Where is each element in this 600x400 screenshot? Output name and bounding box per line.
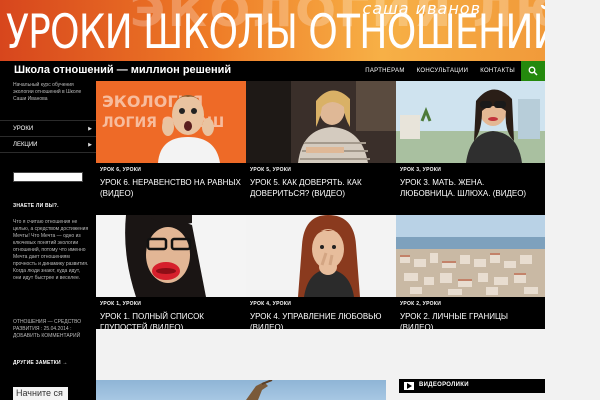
sidebar-item-label: ЛЕКЦИИ	[13, 142, 38, 148]
chevron-right-icon: ▶	[88, 142, 92, 148]
video-widget-title[interactable]: ВИДЕОРОЛИКИ	[419, 382, 469, 388]
lesson-title[interactable]: УРОК 5. КАК ДОВЕРЯТЬ. КАК ДОВЕРИТЬСЯ? (В…	[250, 177, 392, 199]
primary-menu: ПАРТНЕРАМ КОНСУЛЬТАЦИИ КОНТАКТЫ	[359, 61, 521, 81]
menu-item-consultations[interactable]: КОНСУЛЬТАЦИИ	[411, 61, 475, 81]
lessons-grid: ЭКОЛОГИЯ ЛОГИЯ ОТНОШ УРОК 6, УРОКИ УРОК …	[96, 81, 545, 329]
did-you-know-text: Что я считаю отношения не целью, а средс…	[13, 219, 89, 281]
lesson-card-5[interactable]: УРОК 5, УРОКИ УРОК 5. КАК ДОВЕРЯТЬ. КАК …	[246, 81, 396, 215]
sidebar-item-lectures[interactable]: ЛЕКЦИИ ▶	[0, 137, 96, 153]
sidebar-item-lessons[interactable]: УРОКИ ▶	[0, 121, 96, 137]
chevron-right-icon: ▶	[88, 126, 92, 132]
header-banner[interactable]: ЭКОЛОГИЯ ЛЮ саша иванов УРОКИ ШКОЛЫ ОТНО…	[0, 0, 545, 61]
start-button[interactable]: Начните ся	[13, 387, 68, 400]
did-you-know-heading: ЗНАЕТЕ ЛИ ВЫ?.	[13, 203, 59, 209]
featured-photo	[246, 380, 273, 400]
lesson-category[interactable]: УРОК 1, УРОКИ	[100, 301, 242, 307]
lesson-photo	[96, 215, 246, 297]
post-meta-link[interactable]: ОТНОШЕНИЯ — СРЕДСТВО РАЗВИТИЯ : 25.04.20…	[13, 319, 89, 340]
banner-title: УРОКИ ШКОЛЫ ОТНОШЕНИЙ	[6, 5, 545, 60]
sidebar-item-label: УРОКИ	[13, 126, 34, 132]
lesson-category[interactable]: УРОК 2, УРОКИ	[400, 301, 541, 307]
sidebar-search-input[interactable]	[13, 172, 83, 182]
top-navigation: Школа отношений — миллион решений ПАРТНЕ…	[0, 61, 545, 81]
lesson-card-4[interactable]: УРОК 4, УРОКИ УРОК 4. УПРАВЛЕНИЕ ЛЮБОВЬЮ…	[246, 215, 396, 329]
lesson-title[interactable]: УРОК 4. УПРАВЛЕНИЕ ЛЮБОВЬЮ (ВИДЕО)	[250, 311, 392, 329]
lesson-card-2[interactable]: УРОК 2, УРОКИ УРОК 2. ЛИЧНЫЕ ГРАНИЦЫ (ВИ…	[396, 215, 545, 329]
sidebar-nav: УРОКИ ▶ ЛЕКЦИИ ▶	[0, 120, 96, 153]
menu-item-contacts[interactable]: КОНТАКТЫ	[474, 61, 521, 81]
lesson-category[interactable]: УРОК 5, УРОКИ	[250, 167, 392, 173]
lesson-card-1[interactable]: УРОК 1, УРОКИ УРОК 1. ПОЛНЫЙ СПИСОК ГЛУП…	[96, 215, 246, 329]
lesson-title[interactable]: УРОК 3. МАТЬ. ЖЕНА. ЛЮБОВНИЦА. ШЛЮХА. (В…	[400, 177, 541, 199]
lesson-title[interactable]: УРОК 1. ПОЛНЫЙ СПИСОК ГЛУПОСТЕЙ (ВИДЕО)	[100, 311, 242, 329]
lesson-photo	[396, 215, 545, 297]
video-play-icon	[404, 382, 414, 390]
lesson-card-3[interactable]: УРОК 3, УРОКИ УРОК 3. МАТЬ. ЖЕНА. ЛЮБОВН…	[396, 81, 545, 215]
sidebar: Начальный курс обучения экологии отношен…	[0, 81, 96, 400]
lesson-category[interactable]: УРОК 3, УРОКИ	[400, 167, 541, 173]
lesson-title[interactable]: УРОК 2. ЛИЧНЫЕ ГРАНИЦЫ (ВИДЕО)	[400, 311, 541, 329]
site-title[interactable]: Школа отношений — миллион решений	[14, 64, 231, 76]
other-notes-heading[interactable]: ДРУГИЕ ЗАМЕТКИ →	[13, 360, 68, 366]
video-widget-header: ВИДЕОРОЛИКИ	[399, 379, 545, 393]
lesson-title[interactable]: УРОК 6. НЕРАВЕНСТВО НА РАВНЫХ (ВИДЕО)	[100, 177, 242, 199]
menu-item-partners[interactable]: ПАРТНЕРАМ	[359, 61, 410, 81]
lesson-category[interactable]: УРОК 4, УРОКИ	[250, 301, 392, 307]
search-icon	[528, 66, 538, 76]
search-button[interactable]	[521, 61, 545, 81]
lesson-photo	[246, 215, 396, 297]
lesson-photo	[396, 81, 545, 163]
featured-post-image[interactable]	[96, 380, 386, 400]
lesson-category[interactable]: УРОК 6, УРОКИ	[100, 167, 242, 173]
lesson-photo: ЭКОЛОГИЯ ЛОГИЯ ОТНОШ	[96, 81, 246, 163]
lesson-photo	[246, 81, 396, 163]
lesson-card-6[interactable]: ЭКОЛОГИЯ ЛОГИЯ ОТНОШ УРОК 6, УРОКИ УРОК …	[96, 81, 246, 215]
site-description: Начальный курс обучения экологии отношен…	[13, 82, 82, 102]
